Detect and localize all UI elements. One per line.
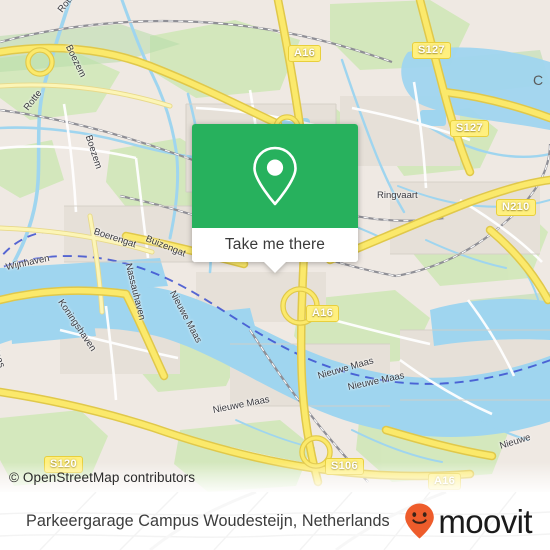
water-label: Ringvaart <box>377 190 418 201</box>
moovit-smiling-pin-icon <box>405 503 435 539</box>
road-shield-s127: S127 <box>450 120 489 138</box>
popup-pointer-tail <box>264 262 286 273</box>
map-viewport[interactable]: A16S127S127N210A16S120S106A16 RotteBoeze… <box>0 0 550 492</box>
moovit-map-share-card: A16S127S127N210A16S120S106A16 RotteBoeze… <box>0 0 550 550</box>
road-shield-a16: A16 <box>306 305 340 323</box>
road-shield-s127: S127 <box>412 42 451 60</box>
popup-image-area <box>192 124 358 228</box>
attribution-text: © OpenStreetMap contributors <box>9 469 196 485</box>
popup-body: Take me there <box>192 124 358 262</box>
take-me-there-label: Take me there <box>224 236 326 253</box>
road-shield-n210: N210 <box>496 199 536 217</box>
road-shield-a16: A16 <box>288 45 322 63</box>
map-pin-icon <box>253 146 297 206</box>
place-name-label: Parkeergarage Campus Woudesteijn, Nether… <box>26 511 390 530</box>
moovit-wordmark: moovit <box>438 502 532 540</box>
popup-action-area[interactable]: Take me there <box>192 228 358 262</box>
city-label: C <box>533 72 544 88</box>
map-attribution[interactable]: © OpenStreetMap contributors <box>0 462 550 492</box>
location-popup-card[interactable]: Take me there <box>192 124 358 273</box>
moovit-brand[interactable]: moovit <box>403 502 533 540</box>
footer-bar: Parkeergarage Campus Woudesteijn, Nether… <box>0 492 550 550</box>
